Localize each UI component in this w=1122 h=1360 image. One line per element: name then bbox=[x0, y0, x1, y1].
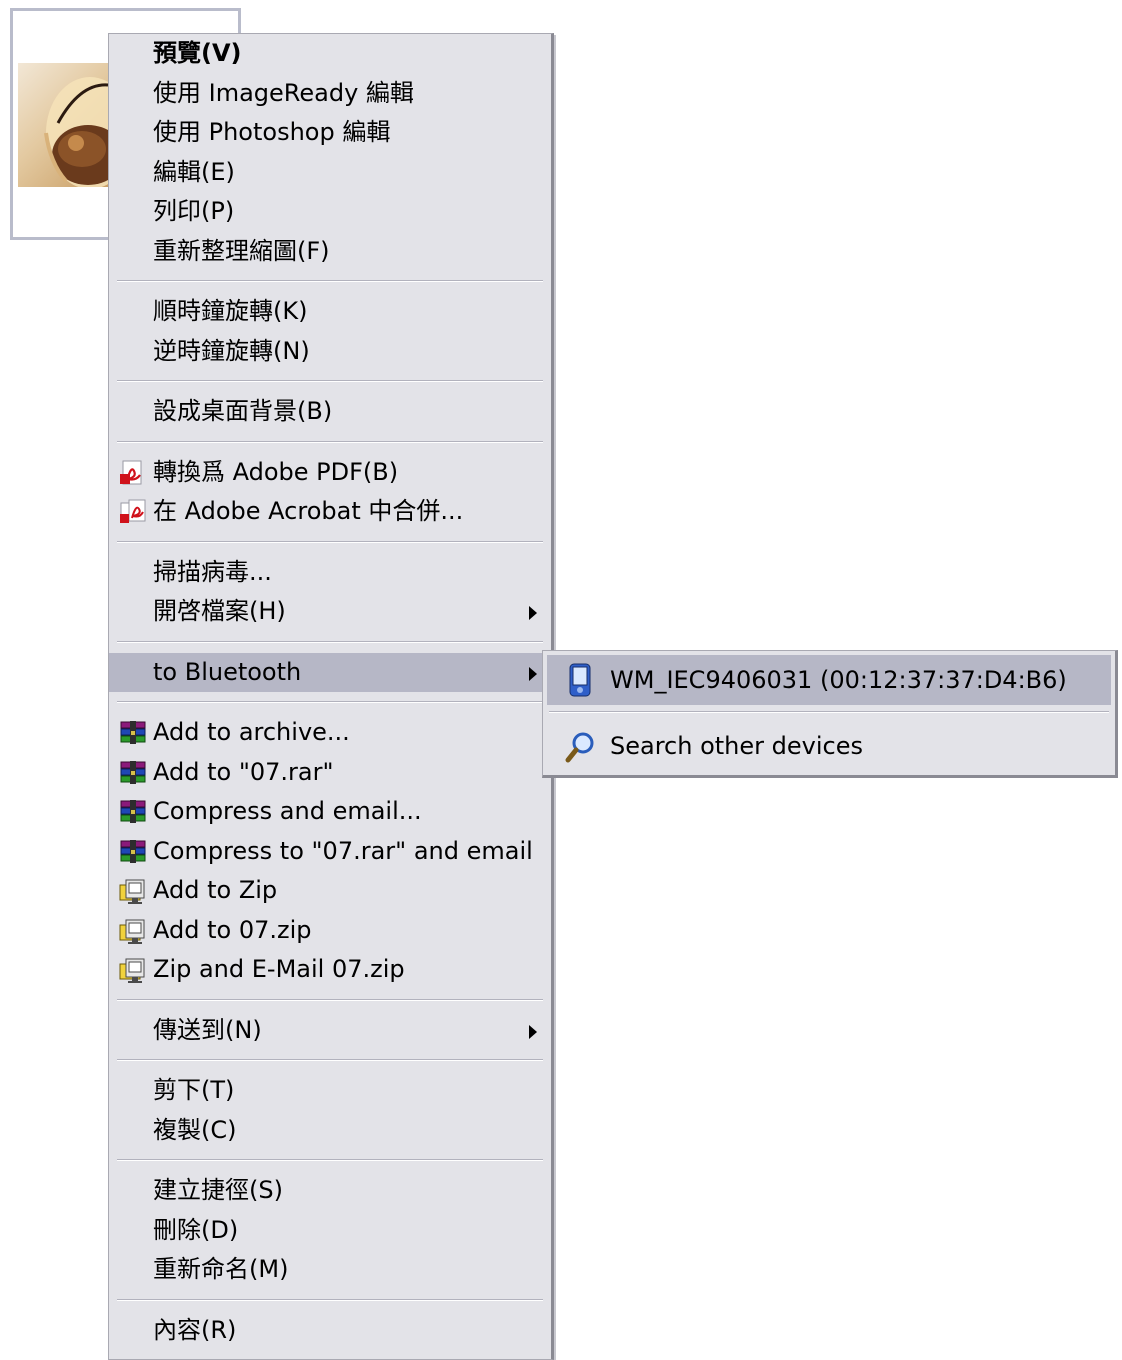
menu-item-傳送到[interactable]: 傳送到(N) bbox=[109, 1011, 551, 1051]
menu-item-剪下[interactable]: 剪下(T) bbox=[109, 1071, 551, 1111]
menu-item-compress-and-email[interactable]: Compress and email... bbox=[109, 792, 551, 832]
menu-item-label: 開啓檔案(H) bbox=[153, 597, 286, 625]
menu-item-add-to-zip[interactable]: Add to Zip bbox=[109, 871, 551, 911]
menu-item-複製[interactable]: 複製(C) bbox=[109, 1111, 551, 1151]
pda-device-icon bbox=[565, 663, 595, 697]
menu-item-label: Add to 07.zip bbox=[153, 915, 312, 944]
menu-separator bbox=[109, 1050, 551, 1071]
menu-item-重新整理縮圖[interactable]: 重新整理縮圖(F) bbox=[109, 232, 551, 272]
menu-separator bbox=[109, 990, 551, 1011]
menu-item-內容[interactable]: 內容(R) bbox=[109, 1311, 551, 1351]
winrar-icon bbox=[118, 759, 148, 787]
menu-item-預覽[interactable]: 預覽(V) bbox=[109, 34, 551, 74]
menu-item-label: 逆時鐘旋轉(N) bbox=[153, 336, 310, 365]
menu-item-使用-photoshop-編輯[interactable]: 使用 Photoshop 編輯 bbox=[109, 113, 551, 153]
menu-item-label: 內容(R) bbox=[153, 1315, 237, 1344]
submenu-separator bbox=[543, 705, 1115, 719]
menu-item-列印[interactable]: 列印(P) bbox=[109, 192, 551, 232]
menu-item-label: 設成桌面背景(B) bbox=[153, 397, 333, 425]
submenu-item-label: Search other devices bbox=[610, 732, 863, 760]
menu-separator bbox=[109, 432, 551, 453]
menu-item-編輯[interactable]: 編輯(E) bbox=[109, 153, 551, 193]
winzip-icon bbox=[118, 956, 148, 984]
search-magnifier-icon bbox=[565, 729, 595, 763]
winzip-icon bbox=[118, 877, 148, 905]
menu-separator bbox=[109, 692, 551, 713]
menu-item-重新命名[interactable]: 重新命名(M) bbox=[109, 1250, 551, 1290]
menu-item-compress-to-07-rar-and-email[interactable]: Compress to "07.rar" and email bbox=[109, 832, 551, 872]
menu-item-開啓檔案[interactable]: 開啓檔案(H) bbox=[109, 592, 551, 632]
menu-item-轉換爲-adobe-pdf[interactable]: 轉換爲 Adobe PDF(B) bbox=[109, 453, 551, 493]
menu-item-掃描病毒[interactable]: 掃描病毒... bbox=[109, 553, 551, 593]
search-other-devices-item[interactable]: Search other devices bbox=[543, 719, 1115, 773]
menu-item-add-to-07-zip[interactable]: Add to 07.zip bbox=[109, 911, 551, 951]
context-menu: 預覽(V) 使用 ImageReady 編輯 使用 Photoshop 編輯 編輯(E… bbox=[108, 33, 554, 1360]
menu-item-順時鐘旋轉[interactable]: 順時鐘旋轉(K) bbox=[109, 292, 551, 332]
desktop-area: 預覽(V) 使用 ImageReady 編輯 使用 Photoshop 編輯 編輯(E… bbox=[0, 0, 1122, 1360]
menu-item-to-bluetooth[interactable]: to Bluetooth bbox=[109, 652, 551, 692]
menu-item-使用-imageready-編輯[interactable]: 使用 ImageReady 編輯 bbox=[109, 74, 551, 114]
menu-item-在-adobe-acrobat-中合併[interactable]: 在 Adobe Acrobat 中合併... bbox=[109, 492, 551, 532]
menu-item-label: 複製(C) bbox=[153, 1115, 237, 1144]
menu-item-label: Compress and email... bbox=[153, 797, 422, 825]
menu-item-label: 列印(P) bbox=[153, 197, 235, 225]
submenu-arrow-icon bbox=[529, 666, 537, 681]
menu-item-label: Add to "07.rar" bbox=[153, 757, 334, 786]
menu-separator bbox=[109, 271, 551, 292]
menu-item-add-to-archive[interactable]: Add to archive... bbox=[109, 713, 551, 753]
pdf-convert-icon bbox=[118, 459, 148, 487]
menu-item-label: to Bluetooth bbox=[153, 657, 302, 686]
submenu-item-label: WM_IEC9406031 (00:12:37:37:D4:B6) bbox=[610, 666, 1067, 694]
menu-item-zip-and-e-mail-07-zip[interactable]: Zip and E-Mail 07.zip bbox=[109, 950, 551, 990]
menu-item-label: 預覽(V) bbox=[153, 39, 242, 67]
bluetooth-submenu: WM_IEC9406031 (00:12:37:37:D4:B6) Search … bbox=[542, 650, 1118, 778]
menu-item-label: 重新命名(M) bbox=[153, 1255, 289, 1283]
thumbnail-image bbox=[18, 63, 118, 187]
winrar-icon bbox=[118, 719, 148, 747]
menu-item-設成桌面背景[interactable]: 設成桌面背景(B) bbox=[109, 392, 551, 432]
menu-separator bbox=[109, 1290, 551, 1311]
menu-item-label: 使用 Photoshop 編輯 bbox=[153, 118, 391, 146]
menu-separator bbox=[109, 1150, 551, 1171]
menu-item-label: Compress to "07.rar" and email bbox=[153, 836, 533, 865]
menu-item-label: 使用 ImageReady 編輯 bbox=[153, 78, 414, 107]
submenu-arrow-icon bbox=[529, 1024, 537, 1039]
menu-item-label: 轉換爲 Adobe PDF(B) bbox=[153, 457, 399, 486]
menu-item-add-to-07-rar[interactable]: Add to "07.rar" bbox=[109, 753, 551, 793]
menu-item-label: 刪除(D) bbox=[153, 1215, 239, 1244]
menu-item-label: 編輯(E) bbox=[153, 157, 235, 186]
menu-separator bbox=[109, 532, 551, 553]
menu-item-label: Add to Zip bbox=[153, 876, 278, 904]
menu-item-label: 重新整理縮圖(F) bbox=[153, 236, 330, 265]
acrobat-combine-icon bbox=[118, 498, 148, 526]
menu-item-label: Add to archive... bbox=[153, 718, 350, 746]
menu-item-逆時鐘旋轉[interactable]: 逆時鐘旋轉(N) bbox=[109, 332, 551, 372]
winrar-icon bbox=[118, 798, 148, 826]
menu-item-label: 建立捷徑(S) bbox=[153, 1176, 283, 1204]
menu-separator bbox=[109, 371, 551, 392]
menu-item-label: 剪下(T) bbox=[153, 1076, 235, 1104]
menu-item-刪除[interactable]: 刪除(D) bbox=[109, 1211, 551, 1251]
menu-separator bbox=[109, 632, 551, 653]
menu-item-建立捷徑[interactable]: 建立捷徑(S) bbox=[109, 1171, 551, 1211]
menu-item-label: Zip and E-Mail 07.zip bbox=[153, 955, 405, 983]
submenu-arrow-icon bbox=[529, 606, 537, 620]
winzip-icon bbox=[118, 917, 148, 945]
winrar-icon bbox=[118, 838, 148, 866]
menu-item-label: 在 Adobe Acrobat 中合併... bbox=[153, 497, 464, 525]
menu-item-label: 掃描病毒... bbox=[153, 557, 272, 586]
menu-item-label: 順時鐘旋轉(K) bbox=[153, 297, 308, 325]
bluetooth-device-item[interactable]: WM_IEC9406031 (00:12:37:37:D4:B6) bbox=[547, 655, 1111, 705]
menu-item-label: 傳送到(N) bbox=[153, 1015, 262, 1044]
